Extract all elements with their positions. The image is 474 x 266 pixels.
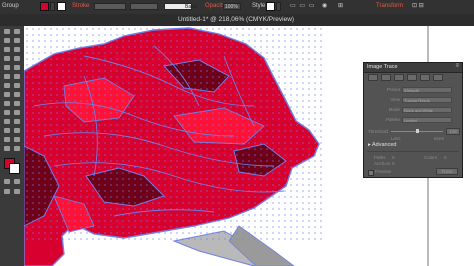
lasso-tool-icon[interactable] (13, 37, 21, 44)
opacity-field[interactable]: 100% (223, 3, 241, 10)
hand-tool-icon[interactable] (3, 145, 11, 152)
transform-link[interactable]: Transform (376, 3, 403, 10)
auto-color-icon[interactable] (368, 74, 378, 81)
shape-builder-tool-icon[interactable] (3, 100, 11, 107)
blob-brush-tool-icon[interactable] (3, 73, 11, 80)
panel-menu-icon[interactable]: ≡ (455, 63, 459, 69)
high-color-icon[interactable] (381, 74, 391, 81)
zoom-tool-icon[interactable] (13, 145, 21, 152)
threshold-value[interactable]: 128 (446, 128, 460, 135)
advanced-toggle[interactable]: ▸ Advanced (368, 142, 396, 148)
slice-tool-icon[interactable] (13, 136, 21, 143)
threshold-label: Threshold (368, 129, 389, 134)
threshold-more-label: More (434, 136, 445, 141)
mode-label: Mode (388, 107, 400, 112)
preset-row: Preset [Default] (366, 86, 460, 94)
threshold-less-label: Less (391, 136, 401, 141)
selection-tool-icon[interactable] (3, 28, 11, 35)
direct-selection-tool-icon[interactable] (13, 28, 21, 35)
brush-definition[interactable]: Basic (164, 3, 197, 10)
isolate-icon[interactable]: ⊞ (338, 3, 343, 10)
mode-select[interactable]: Black and White (402, 107, 452, 113)
recolor-icon[interactable]: ◉ (322, 3, 327, 10)
rectangle-tool-icon[interactable] (13, 55, 21, 62)
fill-swatch[interactable] (40, 2, 49, 11)
scale-tool-icon[interactable] (13, 82, 21, 89)
image-trace-header[interactable]: Image Trace ≡ (364, 63, 462, 73)
type-tool-icon[interactable] (13, 46, 21, 53)
transform-icons[interactable]: ⊡ ⊟ (412, 3, 424, 10)
palette-select[interactable]: Limited (402, 117, 452, 123)
opacity-value: 100% (225, 4, 238, 10)
grayscale-icon[interactable] (407, 74, 417, 81)
perspective-grid-tool-icon[interactable] (13, 100, 21, 107)
trace-button[interactable]: Trace (436, 168, 458, 175)
colors-label: Colors (424, 155, 438, 160)
style-dropdown[interactable] (276, 2, 281, 11)
eraser-tool-icon[interactable] (13, 73, 21, 80)
line-tool-icon[interactable] (3, 55, 11, 62)
fill-dropdown[interactable] (50, 2, 55, 11)
gradient-mode-icon[interactable] (13, 178, 21, 185)
paths-value: 0 (392, 155, 395, 160)
free-transform-tool-icon[interactable] (13, 91, 21, 98)
preset-select[interactable]: [Default] (402, 87, 452, 93)
align-icons[interactable]: ▭ ▭ ▭ (290, 3, 315, 10)
control-bar: Group Stroke Basic Opacity 100% Style ▭ … (0, 0, 474, 15)
pen-tool-icon[interactable] (3, 46, 11, 53)
anchors-label: Anchors (374, 161, 391, 166)
drawing-mode-icon[interactable] (3, 188, 11, 195)
column-graph-tool-icon[interactable] (13, 127, 21, 134)
stroke-weight-field[interactable] (94, 3, 126, 10)
mode-row: Mode Black and White (366, 106, 460, 114)
palette-label: Palette (385, 117, 400, 122)
anchors-value: 0 (392, 161, 395, 166)
blend-tool-icon[interactable] (13, 118, 21, 125)
stroke-color-swatch[interactable] (9, 163, 20, 174)
preview-checkbox[interactable] (368, 170, 374, 176)
document-tab-title[interactable]: Untitled-1* @ 218,06% (CMYK/Preview) (178, 16, 294, 23)
anchor-point-overlay (24, 26, 324, 241)
image-trace-title: Image Trace (367, 64, 398, 70)
black-and-white-icon[interactable] (420, 74, 430, 81)
brush-label: Basic (185, 4, 198, 10)
tools-panel (0, 26, 25, 266)
stroke-swatch[interactable] (57, 2, 66, 11)
graphic-style-swatch[interactable] (266, 2, 275, 11)
magic-wand-tool-icon[interactable] (3, 37, 11, 44)
threshold-slider-thumb[interactable] (416, 129, 419, 133)
view-select[interactable]: Tracing Result (402, 97, 452, 103)
preset-label: Preset (386, 87, 400, 92)
screen-mode-icon[interactable] (13, 188, 21, 195)
advanced-label: Advanced (372, 142, 397, 148)
palette-row: Palette Limited (366, 116, 460, 124)
eyedropper-tool-icon[interactable] (3, 118, 11, 125)
preset-icons (368, 74, 458, 81)
symbol-sprayer-tool-icon[interactable] (3, 127, 11, 134)
view-row: View Tracing Result (366, 96, 460, 104)
gradient-tool-icon[interactable] (13, 109, 21, 116)
colors-value: 0 (444, 155, 447, 160)
width-tool-icon[interactable] (3, 91, 11, 98)
style-label: Style (252, 3, 266, 9)
stroke-label[interactable]: Stroke (72, 3, 89, 10)
view-label: View (390, 97, 400, 102)
artboard-tool-icon[interactable] (3, 136, 11, 143)
image-trace-panel: Image Trace ≡ Preset [Default] View Trac… (363, 62, 463, 178)
mesh-tool-icon[interactable] (3, 109, 11, 116)
color-mode-icon[interactable] (3, 178, 11, 185)
pencil-tool-icon[interactable] (13, 64, 21, 71)
selection-type-label: Group (2, 3, 19, 9)
panel-divider (367, 151, 459, 152)
paintbrush-tool-icon[interactable] (3, 64, 11, 71)
paths-label: Paths (374, 155, 386, 160)
outline-icon[interactable] (433, 74, 443, 81)
variable-width-profile[interactable] (130, 3, 158, 10)
low-color-icon[interactable] (394, 74, 404, 81)
rotate-tool-icon[interactable] (3, 82, 11, 89)
preview-label: Preview (375, 169, 392, 174)
